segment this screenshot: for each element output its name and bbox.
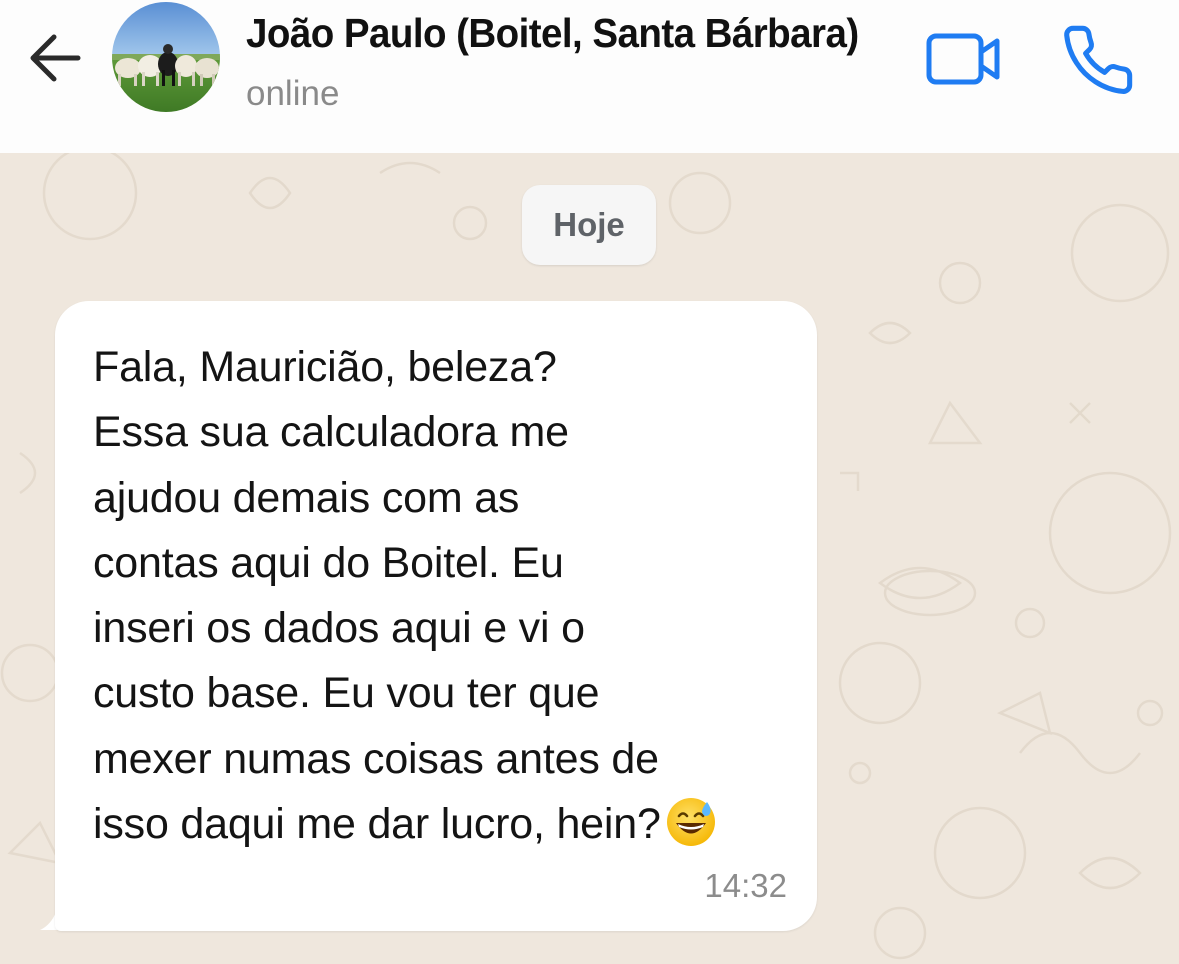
message-bubble[interactable]: Fala, Mauricião, beleza? Essa sua calcul… [55,301,817,931]
message-line-text: isso daqui me dar lucro, hein? [93,800,661,849]
message-line: inseri os dados aqui e vi o [93,604,585,653]
phone-icon [1064,25,1133,94]
message-line: Essa sua calculadora me [93,408,569,457]
message-line: contas aqui do Boitel. Eu [93,538,564,587]
message-line: Fala, Mauricião, beleza? [93,343,557,391]
message-timestamp: 14:32 [704,867,787,904]
chat-header: João Paulo (Boitel, Santa Bárbara) onlin… [0,0,1179,153]
avatar-photo [112,2,220,112]
voice-call-button[interactable] [1060,22,1136,98]
message-text: Fala, Mauricião, beleza? Essa sua calcul… [93,335,793,857]
message-line: ajudou demais com as [93,473,520,522]
contact-status: online [246,74,340,113]
video-camera-icon [926,33,1000,85]
contact-name[interactable]: João Paulo (Boitel, Santa Bárbara) [246,10,859,57]
video-call-button[interactable] [920,26,1004,92]
message-line: custo base. Eu vou ter que [93,669,600,718]
avatar[interactable] [112,2,220,112]
grinning-sweat-emoji [666,798,715,847]
arrow-left-icon [30,34,81,82]
date-divider: Hoje [522,185,656,265]
message-line: mexer numas coisas antes de [93,734,659,783]
back-button[interactable] [22,22,92,92]
message-line-last: isso daqui me dar lucro, hein? [93,792,793,857]
chat-area[interactable]: Hoje Fala, Mauricião, beleza? Essa sua c… [0,153,1179,964]
